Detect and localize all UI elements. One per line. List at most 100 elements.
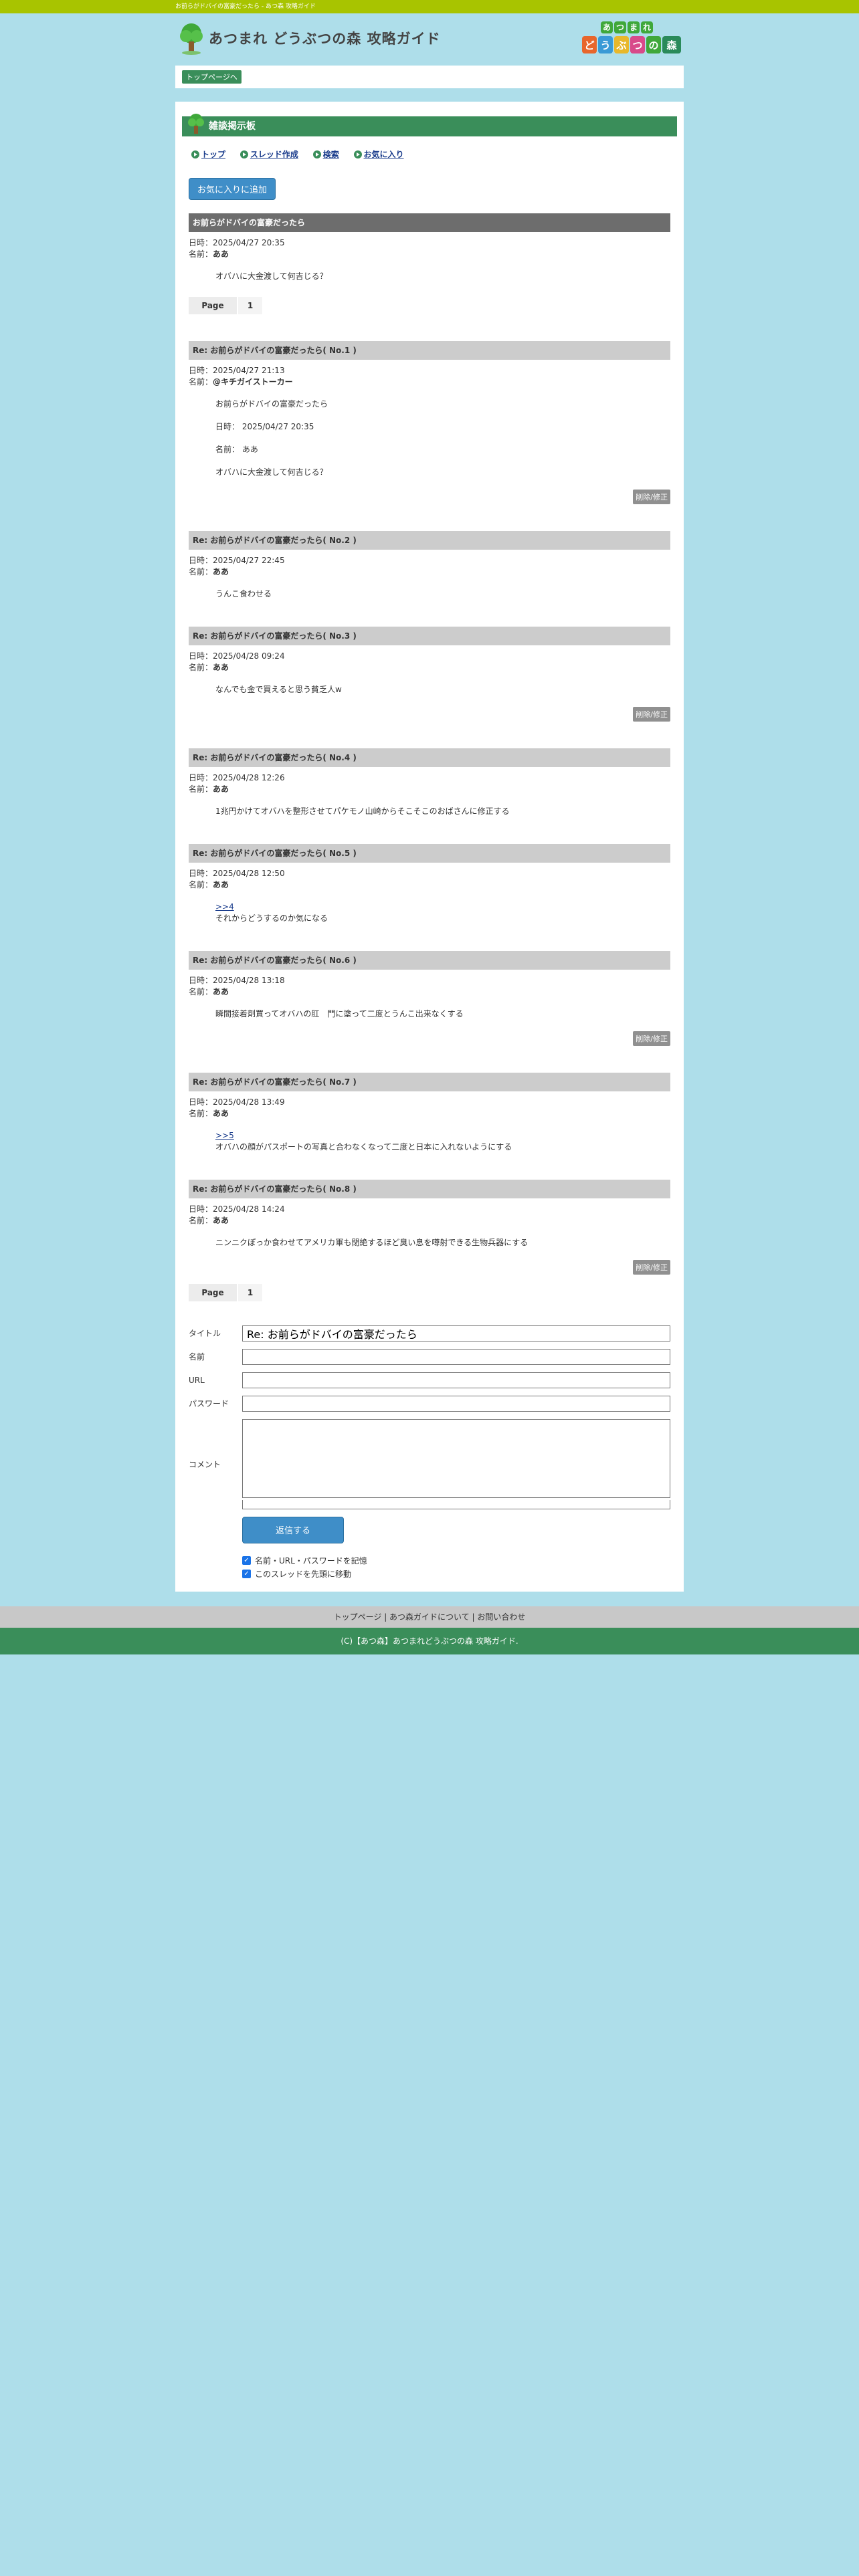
comment-field-label: コメント (189, 1459, 221, 1469)
name-field[interactable] (242, 1348, 670, 1365)
reply-date: 2025/04/28 09:24 (213, 651, 285, 661)
footer-copyright: (C)【あつ森】あつまれどうぶつの森 攻略ガイド. (0, 1628, 859, 1654)
pager-bottom: Page 1 (189, 1283, 670, 1301)
date-label: 日時： (189, 237, 213, 247)
arrow-circle-icon (191, 150, 199, 158)
title-field[interactable] (242, 1325, 670, 1341)
add-favorite-button[interactable]: お気に入りに追加 (189, 177, 276, 200)
name-label: 名前： (189, 879, 213, 889)
remember-checkbox-row[interactable]: ✓ 名前・URL・パスワードを記憶 (242, 1554, 670, 1568)
name-label: 名前： (189, 986, 213, 996)
nav-search-label: 検索 (322, 150, 339, 159)
reply-date: 2025/04/28 12:26 (213, 772, 285, 782)
reply-title: Re: お前らがドバイの富豪だったら( No.1 ) (189, 340, 670, 360)
reply-list: Re: お前らがドバイの富豪だったら( No.1 ) 日時：2025/04/27 … (189, 340, 670, 1275)
date-label: 日時： (189, 772, 213, 782)
nav-create-link[interactable]: スレッド作成 (240, 148, 298, 160)
reply-text: なんでも金で買えると思う貧乏人w (215, 684, 342, 694)
checkbox-checked-icon[interactable]: ✓ (242, 1570, 251, 1578)
tree-logo-icon[interactable] (178, 23, 205, 55)
pager-label: Page (189, 296, 237, 314)
reply-author: ああ (213, 879, 229, 889)
date-label: 日時： (189, 1097, 213, 1107)
pager-page-1[interactable]: 1 (237, 296, 262, 314)
edit-delete-button[interactable]: 削除/修正 (633, 1259, 670, 1275)
board-title: 雑談掲示板 (182, 114, 677, 136)
remember-label: 名前・URL・パスワードを記憶 (255, 1556, 367, 1566)
edit-delete-button[interactable]: 削除/修正 (633, 489, 670, 504)
reply-author: ああ (213, 986, 229, 996)
reply-post: Re: お前らがドバイの富豪だったら( No.8 ) 日時：2025/04/28 … (189, 1179, 670, 1275)
name-label: 名前： (189, 784, 213, 794)
reply-text: オバハの顔がパスポートの写真と合わなくなって二度と日本に入れないようにする (215, 1142, 512, 1152)
checkbox-checked-icon[interactable]: ✓ (242, 1556, 251, 1565)
reply-text: ニンニクぽっか食わせてアメリカ軍も閉絶するほど臭い息を噂射できる生物兵器にする (215, 1237, 529, 1247)
name-label: 名前： (189, 249, 213, 259)
nav-top-link[interactable]: トップ (191, 148, 225, 160)
reply-text: 日時： 2025/04/27 20:35 (215, 421, 314, 431)
nav-search-link[interactable]: 検索 (312, 148, 339, 160)
pager-page-1[interactable]: 1 (237, 1283, 262, 1301)
parent-post-author: ああ (213, 249, 229, 259)
edit-delete-button[interactable]: 削除/修正 (633, 1031, 670, 1046)
password-field-label: パスワード (189, 1399, 229, 1408)
reply-meta: 日時：2025/04/28 12:26 名前：ああ (189, 772, 670, 795)
reply-author: @キチガイストーカー (213, 377, 293, 387)
corner-logo-char-1: あ (603, 23, 611, 32)
reply-author: ああ (213, 784, 229, 794)
site-header: あつまれ どうぶつの森 攻略ガイド あ つ ま れ ど う ぶ つ の 森 (175, 13, 684, 66)
reply-body: なんでも金で買えると思う貧乏人w (189, 684, 670, 695)
corner-logo-char-7: ぶ (615, 39, 626, 51)
comment-resize-bar[interactable] (242, 1499, 670, 1509)
arrow-circle-icon (312, 150, 321, 158)
reply-date: 2025/04/28 13:49 (213, 1097, 285, 1107)
board-nav: トップ スレッド作成 検索 お気に入り (189, 148, 670, 160)
corner-logo-char-3: ま (630, 23, 638, 32)
name-label: 名前： (189, 1108, 213, 1118)
url-field-label: URL (189, 1375, 205, 1385)
reply-anchor-link[interactable]: >>5 (215, 1131, 234, 1140)
date-label: 日時： (189, 975, 213, 985)
pager-label: Page (189, 1283, 237, 1301)
reply-post: Re: お前らがドバイの富豪だったら( No.5 ) 日時：2025/04/28 … (189, 843, 670, 924)
top-strip-text: お前らがドバイの富豪だったら - あつ森 攻略ガイド (175, 3, 316, 10)
reply-anchor-link[interactable]: >>4 (215, 902, 234, 911)
nav-favorites-link[interactable]: お気に入り (353, 148, 404, 160)
parent-post-meta: 日時：2025/04/27 20:35 名前：ああ (189, 237, 670, 260)
corner-logo-char-9: の (648, 39, 658, 51)
name-label: 名前： (189, 662, 213, 672)
reply-text: お前らがドバイの富豪だったら (215, 399, 328, 409)
move-top-checkbox-row[interactable]: ✓ このスレッドを先頭に移動 (242, 1568, 670, 1581)
reply-title: Re: お前らがドバイの富豪だったら( No.4 ) (189, 748, 670, 767)
url-field[interactable] (242, 1372, 670, 1388)
name-label: 名前： (189, 377, 213, 387)
reply-author: ああ (213, 662, 229, 672)
edit-delete-button[interactable]: 削除/修正 (633, 706, 670, 722)
parent-post-title: お前らがドバイの富豪だったら (189, 213, 670, 232)
reply-body: ニンニクぽっか食わせてアメリカ軍も閉絶するほど臭い息を噂射できる生物兵器にする (189, 1237, 670, 1249)
title-field-label: タイトル (189, 1329, 221, 1338)
reply-title: Re: お前らがドバイの富豪だったら( No.2 ) (189, 530, 670, 550)
reply-author: ああ (213, 1215, 229, 1225)
reply-body: 1兆円かけてオバハを整形させてパケモノ山崎からそこそこのおばさんに修正する (189, 806, 670, 817)
reply-author: ああ (213, 566, 229, 576)
nav-favorites-label: お気に入り (363, 150, 404, 159)
reply-form: タイトル 名前 URL パスワード コメント 返信する ✓ 名前・URL・パスワ… (189, 1325, 670, 1581)
reply-post: Re: お前らがドバイの富豪だったら( No.6 ) 日時：2025/04/28 … (189, 950, 670, 1046)
site-name[interactable]: あつまれ どうぶつの森 攻略ガイド (209, 28, 441, 48)
footer-links[interactable]: トップページ | あつ森ガイドについて | お問い合わせ (0, 1606, 859, 1628)
reply-title: Re: お前らがドバイの富豪だったら( No.8 ) (189, 1179, 670, 1198)
reply-body: >>5 オバハの顔がパスポートの写真と合わなくなって二度と日本に入れないようにする (189, 1130, 670, 1153)
breadcrumb-top-link[interactable]: トップページへ (182, 70, 242, 84)
reply-body: お前らがドバイの富豪だったら 日時： 2025/04/27 20:35 名前： ああ… (189, 399, 670, 478)
parent-post-date: 2025/04/27 20:35 (213, 237, 285, 247)
arrow-circle-icon (240, 150, 248, 158)
corner-logo-char-6: う (600, 39, 610, 51)
reply-meta: 日時：2025/04/27 22:45 名前：ああ (189, 555, 670, 578)
submit-reply-button[interactable]: 返信する (242, 1516, 344, 1543)
date-label: 日時： (189, 555, 213, 565)
tree-icon (188, 114, 204, 134)
breadcrumb: トップページへ (175, 66, 684, 88)
password-field[interactable] (242, 1395, 670, 1412)
comment-field[interactable] (242, 1418, 670, 1498)
